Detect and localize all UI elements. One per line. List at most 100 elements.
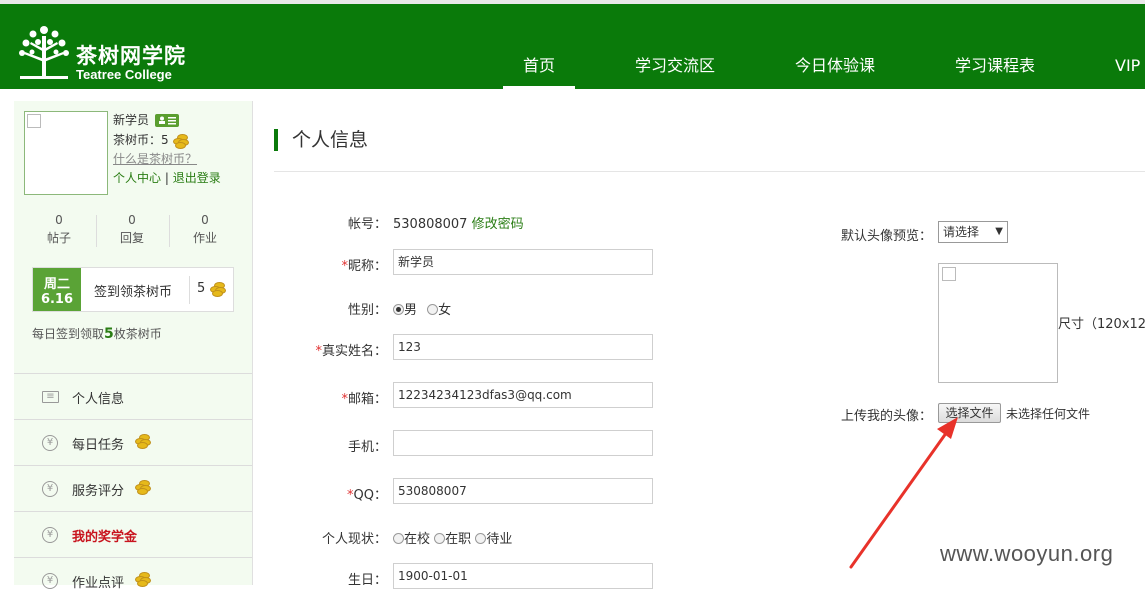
status-label: 个人现状： [321, 532, 387, 547]
status-student-label: 在校 [404, 532, 431, 547]
nav-home[interactable]: 首页 [503, 52, 575, 89]
avatar-preview-image [938, 263, 1058, 383]
page-title: 个人信息 [274, 129, 368, 151]
change-password-link[interactable]: 修改密码 [472, 217, 524, 232]
gender-options: 男 女 [393, 299, 451, 318]
coin-balance: 茶树币：5 [113, 131, 190, 149]
nav-schedule[interactable]: 学习课程表 [955, 52, 1035, 89]
status-options: 在校 在职 待业 [393, 528, 512, 547]
user-links: 个人中心 | 退出登录 [113, 169, 221, 186]
chevron-down-icon: ▼ [995, 226, 1003, 237]
broken-image-icon [942, 267, 956, 281]
nav-vip[interactable]: VIP [1115, 52, 1140, 89]
sidebar-item-label: 每日任务 [72, 438, 125, 453]
checkin-divider [189, 276, 190, 304]
stat-posts-value: 0 [55, 213, 63, 227]
logout-link[interactable]: 退出登录 [173, 171, 221, 185]
logo-english-text: Teatree College [76, 67, 172, 82]
checkin-reward: 5 [197, 281, 227, 297]
tree-logo-icon [19, 26, 69, 79]
stat-posts[interactable]: 0 帖子 [29, 211, 89, 246]
site-logo[interactable]: 茶树网学院 Teatree College [16, 22, 196, 84]
site-header: 茶树网学院 Teatree College 首页 学习交流区 今日体验课 学习课… [0, 4, 1145, 89]
qq-label: *QQ： [347, 484, 387, 503]
stat-posts-label: 帖子 [46, 231, 71, 245]
nickname-label-text: 昵称： [347, 259, 387, 274]
coin-stack-icon [172, 133, 190, 149]
gender-row: 性别： 男 女 [254, 293, 954, 321]
member-badge-icon [154, 114, 179, 127]
nickname-label: *昵称： [341, 255, 387, 274]
yen-icon: ¥ [42, 527, 58, 543]
coin-value: 5 [161, 133, 169, 147]
stat-replies[interactable]: 0 回复 [102, 211, 162, 246]
phone-label: 手机： [347, 440, 387, 455]
account-value-group: 530808007 修改密码 [393, 213, 524, 232]
coin-stack-icon [209, 281, 227, 297]
realname-input[interactable]: 123 [393, 334, 653, 360]
sidebar-item-daily-tasks[interactable]: ¥ 每日任务 [14, 419, 252, 465]
user-sidebar: 新学员 茶树币：5 什么是茶树币？ 个人中心 | 退出登录 0 帖子 0 回复 [14, 101, 253, 591]
avatar-preview-label: 默认头像预览： [841, 229, 933, 244]
nav-forum[interactable]: 学习交流区 [635, 52, 715, 89]
note-suffix: 枚茶树币 [113, 327, 162, 341]
yen-icon: ¥ [42, 481, 58, 497]
sidebar-item-label: 作业点评 [72, 576, 125, 591]
sidebar-item-service-rating[interactable]: ¥ 服务评分 [14, 465, 252, 511]
sidebar-item-label: 个人信息 [72, 392, 125, 407]
status-employed-radio[interactable] [434, 533, 446, 544]
stat-replies-label: 回复 [119, 231, 144, 245]
account-label: 帐号： [347, 217, 387, 232]
checkin-weekday: 周二 [43, 277, 70, 292]
coin-label: 茶树币： [113, 133, 162, 147]
link-separator: | [164, 171, 169, 185]
user-name-row: 新学员 [113, 111, 179, 128]
sidebar-item-label: 服务评分 [72, 484, 125, 499]
avatar[interactable] [24, 111, 108, 195]
gender-female-label: 女 [438, 303, 452, 318]
sidebar-item-scholarship[interactable]: ¥ 我的奖学金 [14, 511, 252, 557]
gender-male-label: 男 [404, 303, 418, 318]
title-divider [274, 171, 1145, 172]
status-unemployed-radio[interactable] [475, 533, 487, 544]
watermark-text: www.wooyun.org [940, 541, 1114, 566]
stat-divider [96, 215, 97, 247]
qq-label-text: QQ： [353, 488, 387, 503]
what-is-coin-link[interactable]: 什么是茶树币？ [113, 150, 197, 167]
phone-input[interactable] [393, 430, 653, 456]
sidebar-item-personal-info[interactable]: ≡ 个人信息 [14, 373, 252, 419]
default-avatar-select[interactable]: 请选择 ▼ [938, 221, 1008, 243]
gender-female-radio[interactable] [427, 304, 439, 315]
realname-label: *真实姓名： [315, 340, 387, 359]
qq-input[interactable]: 530808007 [393, 478, 653, 504]
stat-homework-value: 0 [201, 213, 209, 227]
birthday-input[interactable]: 1900-01-01 [393, 563, 653, 589]
sidebar-item-homework-review[interactable]: ¥ 作业点评 [14, 557, 252, 603]
yen-icon: ¥ [42, 435, 58, 451]
checkin-label: 签到领茶树币 [94, 285, 173, 300]
status-student-radio[interactable] [393, 533, 404, 544]
stat-homework[interactable]: 0 作业 [175, 211, 235, 246]
checkin-date: 周二 6.16 [33, 268, 81, 311]
checkin-day: 6.16 [40, 292, 74, 307]
nickname-input[interactable]: 新学员 [393, 249, 653, 275]
note-number: 5 [104, 326, 114, 342]
personal-center-link[interactable]: 个人中心 [113, 171, 161, 185]
nickname-row: *昵称： 新学员 [254, 249, 954, 277]
yen-icon: ¥ [42, 573, 58, 589]
id-card-icon: ≡ [42, 391, 59, 403]
no-file-selected-text: 未选择任何文件 [1006, 407, 1091, 421]
checkin-button[interactable]: 周二 6.16 签到领茶树币 5 [32, 267, 234, 312]
gender-male-radio[interactable] [393, 304, 404, 315]
coin-stack-icon [134, 434, 151, 449]
email-field[interactable]: 12234234123dfas3@qq.com [393, 382, 653, 408]
stat-replies-value: 0 [128, 213, 136, 227]
logo-chinese-text: 茶树网学院 [76, 44, 186, 68]
select-value: 请选择 [943, 225, 980, 239]
user-stats: 0 帖子 0 回复 0 作业 [14, 211, 252, 251]
sidebar-menu: ≡ 个人信息 ¥ 每日任务 ¥ 服务评分 ¥ 我的奖学金 ¥ 作业点评 [14, 373, 252, 603]
account-value: 530808007 [393, 217, 468, 232]
stat-homework-label: 作业 [192, 231, 217, 245]
user-name: 新学员 [113, 113, 150, 127]
nav-trial-class[interactable]: 今日体验课 [795, 52, 875, 89]
